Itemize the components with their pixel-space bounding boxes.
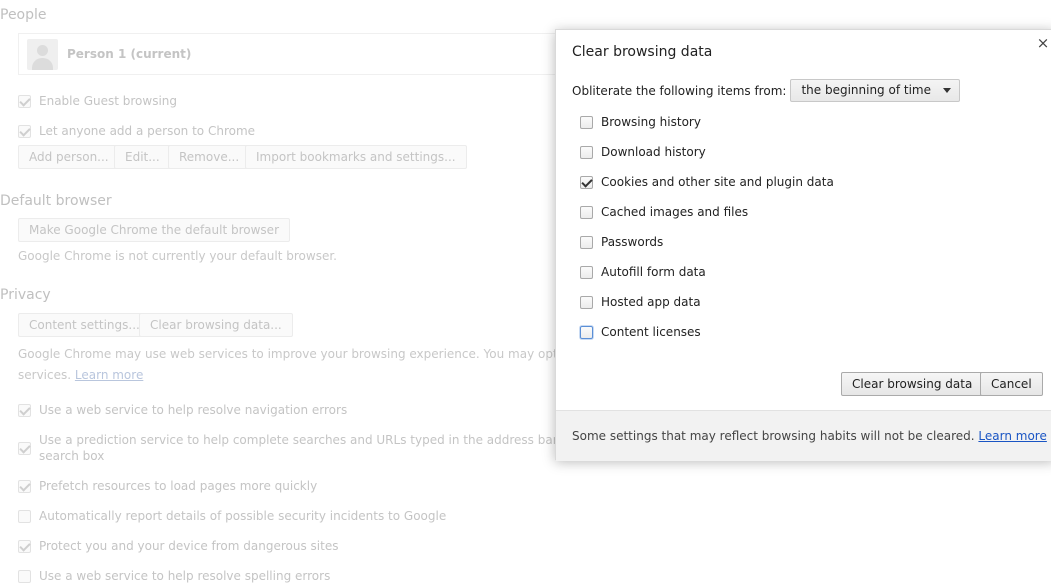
hosted-app-data-checkbox[interactable] — [580, 295, 593, 309]
default-browser-status: Google Chrome is not currently your defa… — [18, 249, 337, 263]
close-icon[interactable]: × — [1036, 36, 1050, 51]
prefetch-checkbox[interactable] — [18, 479, 31, 493]
dialog-footer: Some settings that may reflect browsing … — [556, 410, 1051, 461]
privacy-description-line1: Google Chrome may use web services to im… — [18, 347, 626, 361]
enable-guest-checkbox[interactable] — [18, 94, 31, 108]
footer-note: Some settings that may reflect browsing … — [572, 429, 1047, 443]
privacy-option-prefetch[interactable]: Prefetch resources to load pages more qu… — [18, 478, 317, 494]
autofill-label: Autofill form data — [601, 265, 706, 279]
download-history-checkbox[interactable] — [580, 145, 593, 159]
time-range-label: Obliterate the following items from: — [572, 83, 787, 98]
privacy-description-services: services. — [18, 368, 72, 382]
item-content-licenses[interactable]: Content licenses — [580, 324, 701, 340]
anyone-add-option[interactable]: Let anyone add a person to Chrome — [18, 123, 255, 139]
clear-browsing-data-open-button[interactable]: Clear browsing data... — [139, 313, 293, 337]
item-hosted-app-data[interactable]: Hosted app data — [580, 294, 701, 310]
enable-guest-label: Enable Guest browsing — [39, 94, 177, 108]
autofill-checkbox[interactable] — [580, 265, 593, 279]
prefetch-label: Prefetch resources to load pages more qu… — [39, 479, 318, 493]
time-range-value: the beginning of time — [801, 83, 931, 97]
privacy-section-title: Privacy — [0, 287, 51, 303]
cached-images-label: Cached images and files — [601, 205, 749, 219]
security-reports-label: Automatically report details of possible… — [39, 509, 447, 523]
browsing-history-label: Browsing history — [601, 115, 701, 129]
privacy-option-prediction-service[interactable]: Use a prediction service to help complet… — [18, 432, 631, 464]
navigation-errors-checkbox[interactable] — [18, 403, 31, 417]
item-autofill[interactable]: Autofill form data — [580, 264, 706, 280]
privacy-description-line2: services. Learn more — [18, 365, 143, 386]
prediction-service-label-line1: Use a prediction service to help complet… — [39, 433, 631, 447]
spelling-label: Use a web service to help resolve spelli… — [39, 569, 331, 583]
enable-guest-option[interactable]: Enable Guest browsing — [18, 93, 177, 109]
item-cookies[interactable]: Cookies and other site and plugin data — [580, 174, 834, 190]
privacy-option-security-reports[interactable]: Automatically report details of possible… — [18, 508, 446, 524]
dangerous-sites-label: Protect you and your device from dangero… — [39, 539, 339, 553]
import-bookmarks-button[interactable]: Import bookmarks and settings... — [245, 145, 467, 169]
content-licenses-checkbox[interactable] — [580, 325, 593, 339]
content-licenses-label: Content licenses — [601, 325, 701, 339]
privacy-option-dangerous-sites[interactable]: Protect you and your device from dangero… — [18, 538, 338, 554]
cookies-checkbox[interactable] — [580, 175, 593, 189]
avatar — [27, 39, 58, 70]
anyone-add-label: Let anyone add a person to Chrome — [39, 124, 256, 138]
prediction-service-checkbox[interactable] — [18, 441, 31, 455]
add-person-button[interactable]: Add person... — [18, 145, 120, 169]
dangerous-sites-checkbox[interactable] — [18, 539, 31, 553]
prediction-service-label: Use a prediction service to help complet… — [39, 432, 631, 464]
download-history-label: Download history — [601, 145, 706, 159]
navigation-errors-label: Use a web service to help resolve naviga… — [39, 403, 348, 417]
cookies-label: Cookies and other site and plugin data — [601, 175, 834, 189]
item-passwords[interactable]: Passwords — [580, 234, 663, 250]
privacy-learn-more-link[interactable]: Learn more — [75, 368, 143, 382]
prediction-service-label-line2: search box — [39, 449, 105, 463]
item-cached-images[interactable]: Cached images and files — [580, 204, 748, 220]
browsing-history-checkbox[interactable] — [580, 115, 593, 129]
footer-note-text: Some settings that may reflect browsing … — [572, 429, 975, 443]
passwords-checkbox[interactable] — [580, 235, 593, 249]
anyone-add-checkbox[interactable] — [18, 124, 31, 138]
cancel-button[interactable]: Cancel — [980, 372, 1043, 396]
footer-learn-more-link[interactable]: Learn more — [978, 429, 1046, 443]
person-name: Person 1 (current) — [67, 47, 192, 61]
edit-person-button[interactable]: Edit... — [114, 145, 171, 169]
content-settings-button[interactable]: Content settings... — [18, 313, 151, 337]
spelling-checkbox[interactable] — [18, 569, 31, 583]
remove-person-button[interactable]: Remove... — [168, 145, 251, 169]
dialog-title: Clear browsing data — [572, 44, 713, 60]
cached-images-checkbox[interactable] — [580, 205, 593, 219]
people-section-title: People — [0, 7, 47, 23]
item-browsing-history[interactable]: Browsing history — [580, 114, 701, 130]
time-range-row: Obliterate the following items from: the… — [572, 79, 960, 102]
clear-browsing-data-button[interactable]: Clear browsing data — [841, 372, 984, 396]
person-card[interactable]: Person 1 (current) — [18, 33, 578, 75]
hosted-app-data-label: Hosted app data — [601, 295, 701, 309]
privacy-option-spelling[interactable]: Use a web service to help resolve spelli… — [18, 568, 330, 584]
privacy-option-navigation-errors[interactable]: Use a web service to help resolve naviga… — [18, 402, 347, 418]
security-reports-checkbox[interactable] — [18, 509, 31, 523]
clear-browsing-data-dialog: Clear browsing data × Obliterate the fol… — [555, 29, 1051, 461]
passwords-label: Passwords — [601, 235, 664, 249]
default-browser-section-title: Default browser — [0, 193, 112, 209]
chevron-down-icon — [942, 88, 951, 93]
time-range-select[interactable]: the beginning of time — [790, 79, 960, 102]
make-default-browser-button[interactable]: Make Google Chrome the default browser — [18, 218, 290, 242]
item-download-history[interactable]: Download history — [580, 144, 706, 160]
